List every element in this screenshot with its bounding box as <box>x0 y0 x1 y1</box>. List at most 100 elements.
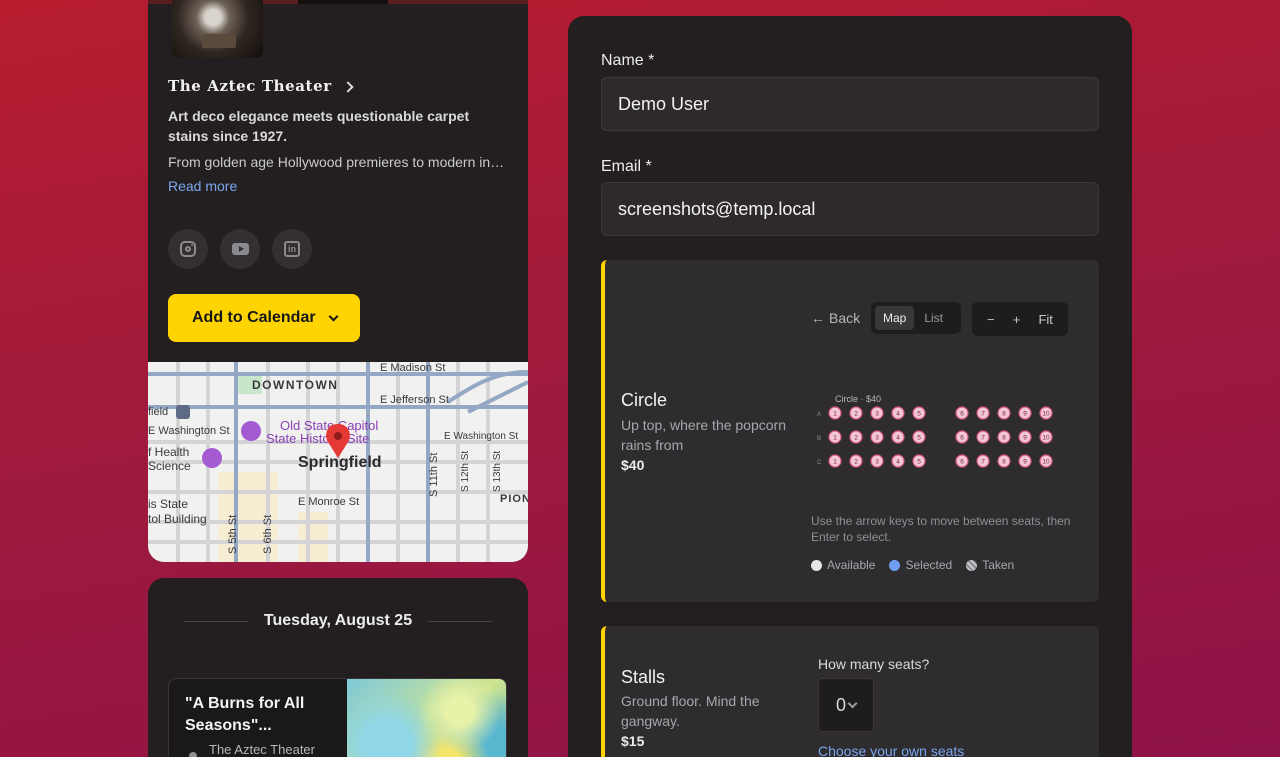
venue-name: The Aztec Theater <box>168 77 332 95</box>
email-input[interactable] <box>601 182 1099 236</box>
seat[interactable]: 3 <box>870 406 884 420</box>
seat[interactable]: 2 <box>849 454 863 468</box>
section-name: Stalls <box>621 667 666 687</box>
seat[interactable]: 7 <box>976 406 990 420</box>
fit-button[interactable]: Fit <box>1038 312 1052 327</box>
seat[interactable]: 1 <box>828 454 842 468</box>
seat-legend: Available Selected Taken <box>811 558 1014 572</box>
seat[interactable]: 4 <box>891 406 905 420</box>
map-label-state-1: is State <box>148 497 188 511</box>
instagram-button[interactable] <box>168 229 208 269</box>
back-button[interactable]: ← Back <box>811 310 860 326</box>
seat[interactable]: 8 <box>997 454 1011 468</box>
map-label-11th: S 11th St <box>428 453 440 497</box>
chevron-down-icon <box>847 698 858 708</box>
event-image <box>347 679 506 757</box>
map-label-health-2: Science <box>148 459 191 473</box>
seat-number: 6 <box>960 411 964 418</box>
youtube-button[interactable] <box>220 229 260 269</box>
map-label-state-2: tol Building <box>148 512 207 526</box>
schedule-card: Tuesday, August 25 "A Burns for All Seas… <box>148 578 528 757</box>
seat[interactable]: 5 <box>912 406 926 420</box>
seat[interactable]: 3 <box>870 454 884 468</box>
section-description: Ground floor. Mind the gangway. <box>621 693 760 729</box>
seat-number: 3 <box>875 435 879 442</box>
seat[interactable]: 10 <box>1039 406 1053 420</box>
linkedin-button[interactable]: in <box>272 229 312 269</box>
seat-number: 1 <box>833 459 837 466</box>
divider <box>428 620 492 622</box>
seat[interactable]: 9 <box>1018 430 1032 444</box>
seat[interactable]: 9 <box>1018 454 1032 468</box>
row-label: C <box>817 460 822 466</box>
seat[interactable]: 6 <box>955 454 969 468</box>
location-pin-icon <box>189 752 197 757</box>
list-view-tab[interactable]: List <box>916 306 951 330</box>
read-more-link[interactable]: Read more <box>168 178 237 194</box>
seat[interactable]: 6 <box>955 406 969 420</box>
venue-map[interactable]: DOWNTOWN E Madison St E Jefferson St fie… <box>148 362 528 562</box>
choose-seats-link[interactable]: Choose your own seats <box>818 743 964 757</box>
zoom-out-button[interactable]: − <box>987 312 995 327</box>
name-input[interactable] <box>601 77 1099 131</box>
map-view-tab[interactable]: Map <box>875 306 915 330</box>
seat[interactable]: 1 <box>828 430 842 444</box>
seat[interactable]: 1 <box>828 406 842 420</box>
section-stalls: Stalls Ground floor. Mind the gangway. $… <box>601 626 1099 757</box>
map-label-jefferson: E Jefferson St <box>380 394 449 406</box>
map-label-monroe: E Monroe St <box>298 496 359 508</box>
add-to-calendar-button[interactable]: Add to Calendar <box>168 294 360 342</box>
section-name: Circle <box>621 390 668 410</box>
map-label-5th: S 5th St <box>227 515 239 554</box>
venue-title-link[interactable]: The Aztec Theater <box>168 77 354 95</box>
seat[interactable]: 4 <box>891 430 905 444</box>
seat-number: 3 <box>875 459 879 466</box>
seat[interactable]: 5 <box>912 430 926 444</box>
seat[interactable]: 8 <box>997 430 1011 444</box>
venue-tagline: Art deco elegance meets questionable car… <box>168 108 470 144</box>
seat[interactable]: 2 <box>849 406 863 420</box>
seat[interactable]: 6 <box>955 430 969 444</box>
seat-number: 4 <box>896 411 900 418</box>
name-label: Name * <box>601 52 655 69</box>
seat[interactable]: 10 <box>1039 430 1053 444</box>
view-toggle: Map List <box>871 302 961 334</box>
landmark-poi-icon[interactable] <box>241 421 261 441</box>
seat-count-select[interactable]: 0 <box>818 678 874 732</box>
seat[interactable]: 7 <box>976 430 990 444</box>
seat[interactable]: 2 <box>849 430 863 444</box>
seat-number: 9 <box>1023 435 1027 442</box>
chevron-right-icon <box>342 81 354 93</box>
seat[interactable]: 5 <box>912 454 926 468</box>
seat-number: 4 <box>896 459 900 466</box>
venue-description: From golden age Hollywood premieres to m… <box>168 154 508 170</box>
map-label-13th: S 13th St <box>492 451 503 492</box>
map-label-field: field <box>148 406 168 418</box>
seat[interactable]: 3 <box>870 430 884 444</box>
seat-count-label: How many seats? <box>818 656 930 672</box>
seat-map[interactable]: Circle · $40 A 1 2 3 4 5 6 7 8 9 10 B 1 2 3 4 5 6 7 8 9 10 C 1 2… <box>811 390 1071 470</box>
seat[interactable]: 7 <box>976 454 990 468</box>
museum-poi-icon[interactable] <box>202 448 222 468</box>
seat[interactable]: 8 <box>997 406 1011 420</box>
seat-number: 6 <box>960 459 964 466</box>
seat-number: 2 <box>854 459 858 466</box>
arrow-left-icon: ← <box>811 310 825 326</box>
booking-panel: Name * Email * Circle Up top, where the … <box>568 16 1132 757</box>
seat-number: 7 <box>981 459 985 466</box>
back-label: Back <box>829 310 861 326</box>
seat-number: 5 <box>917 459 921 466</box>
row-label: B <box>817 436 821 442</box>
seat[interactable]: 4 <box>891 454 905 468</box>
map-label-health-1: f Health <box>148 445 189 459</box>
seat-number: 9 <box>1023 411 1027 418</box>
seat-number: 8 <box>1002 435 1006 442</box>
zoom-in-button[interactable]: + <box>1013 312 1021 327</box>
seat[interactable]: 9 <box>1018 406 1032 420</box>
seat[interactable]: 10 <box>1039 454 1053 468</box>
map-label-washington-e: E Washington St <box>444 431 518 442</box>
event-card[interactable]: "A Burns for All Seasons"... The Aztec T… <box>168 678 507 757</box>
venue-card: The Aztec Theater Art deco elegance meet… <box>148 0 528 562</box>
youtube-icon <box>231 243 249 255</box>
available-swatch <box>811 559 822 571</box>
